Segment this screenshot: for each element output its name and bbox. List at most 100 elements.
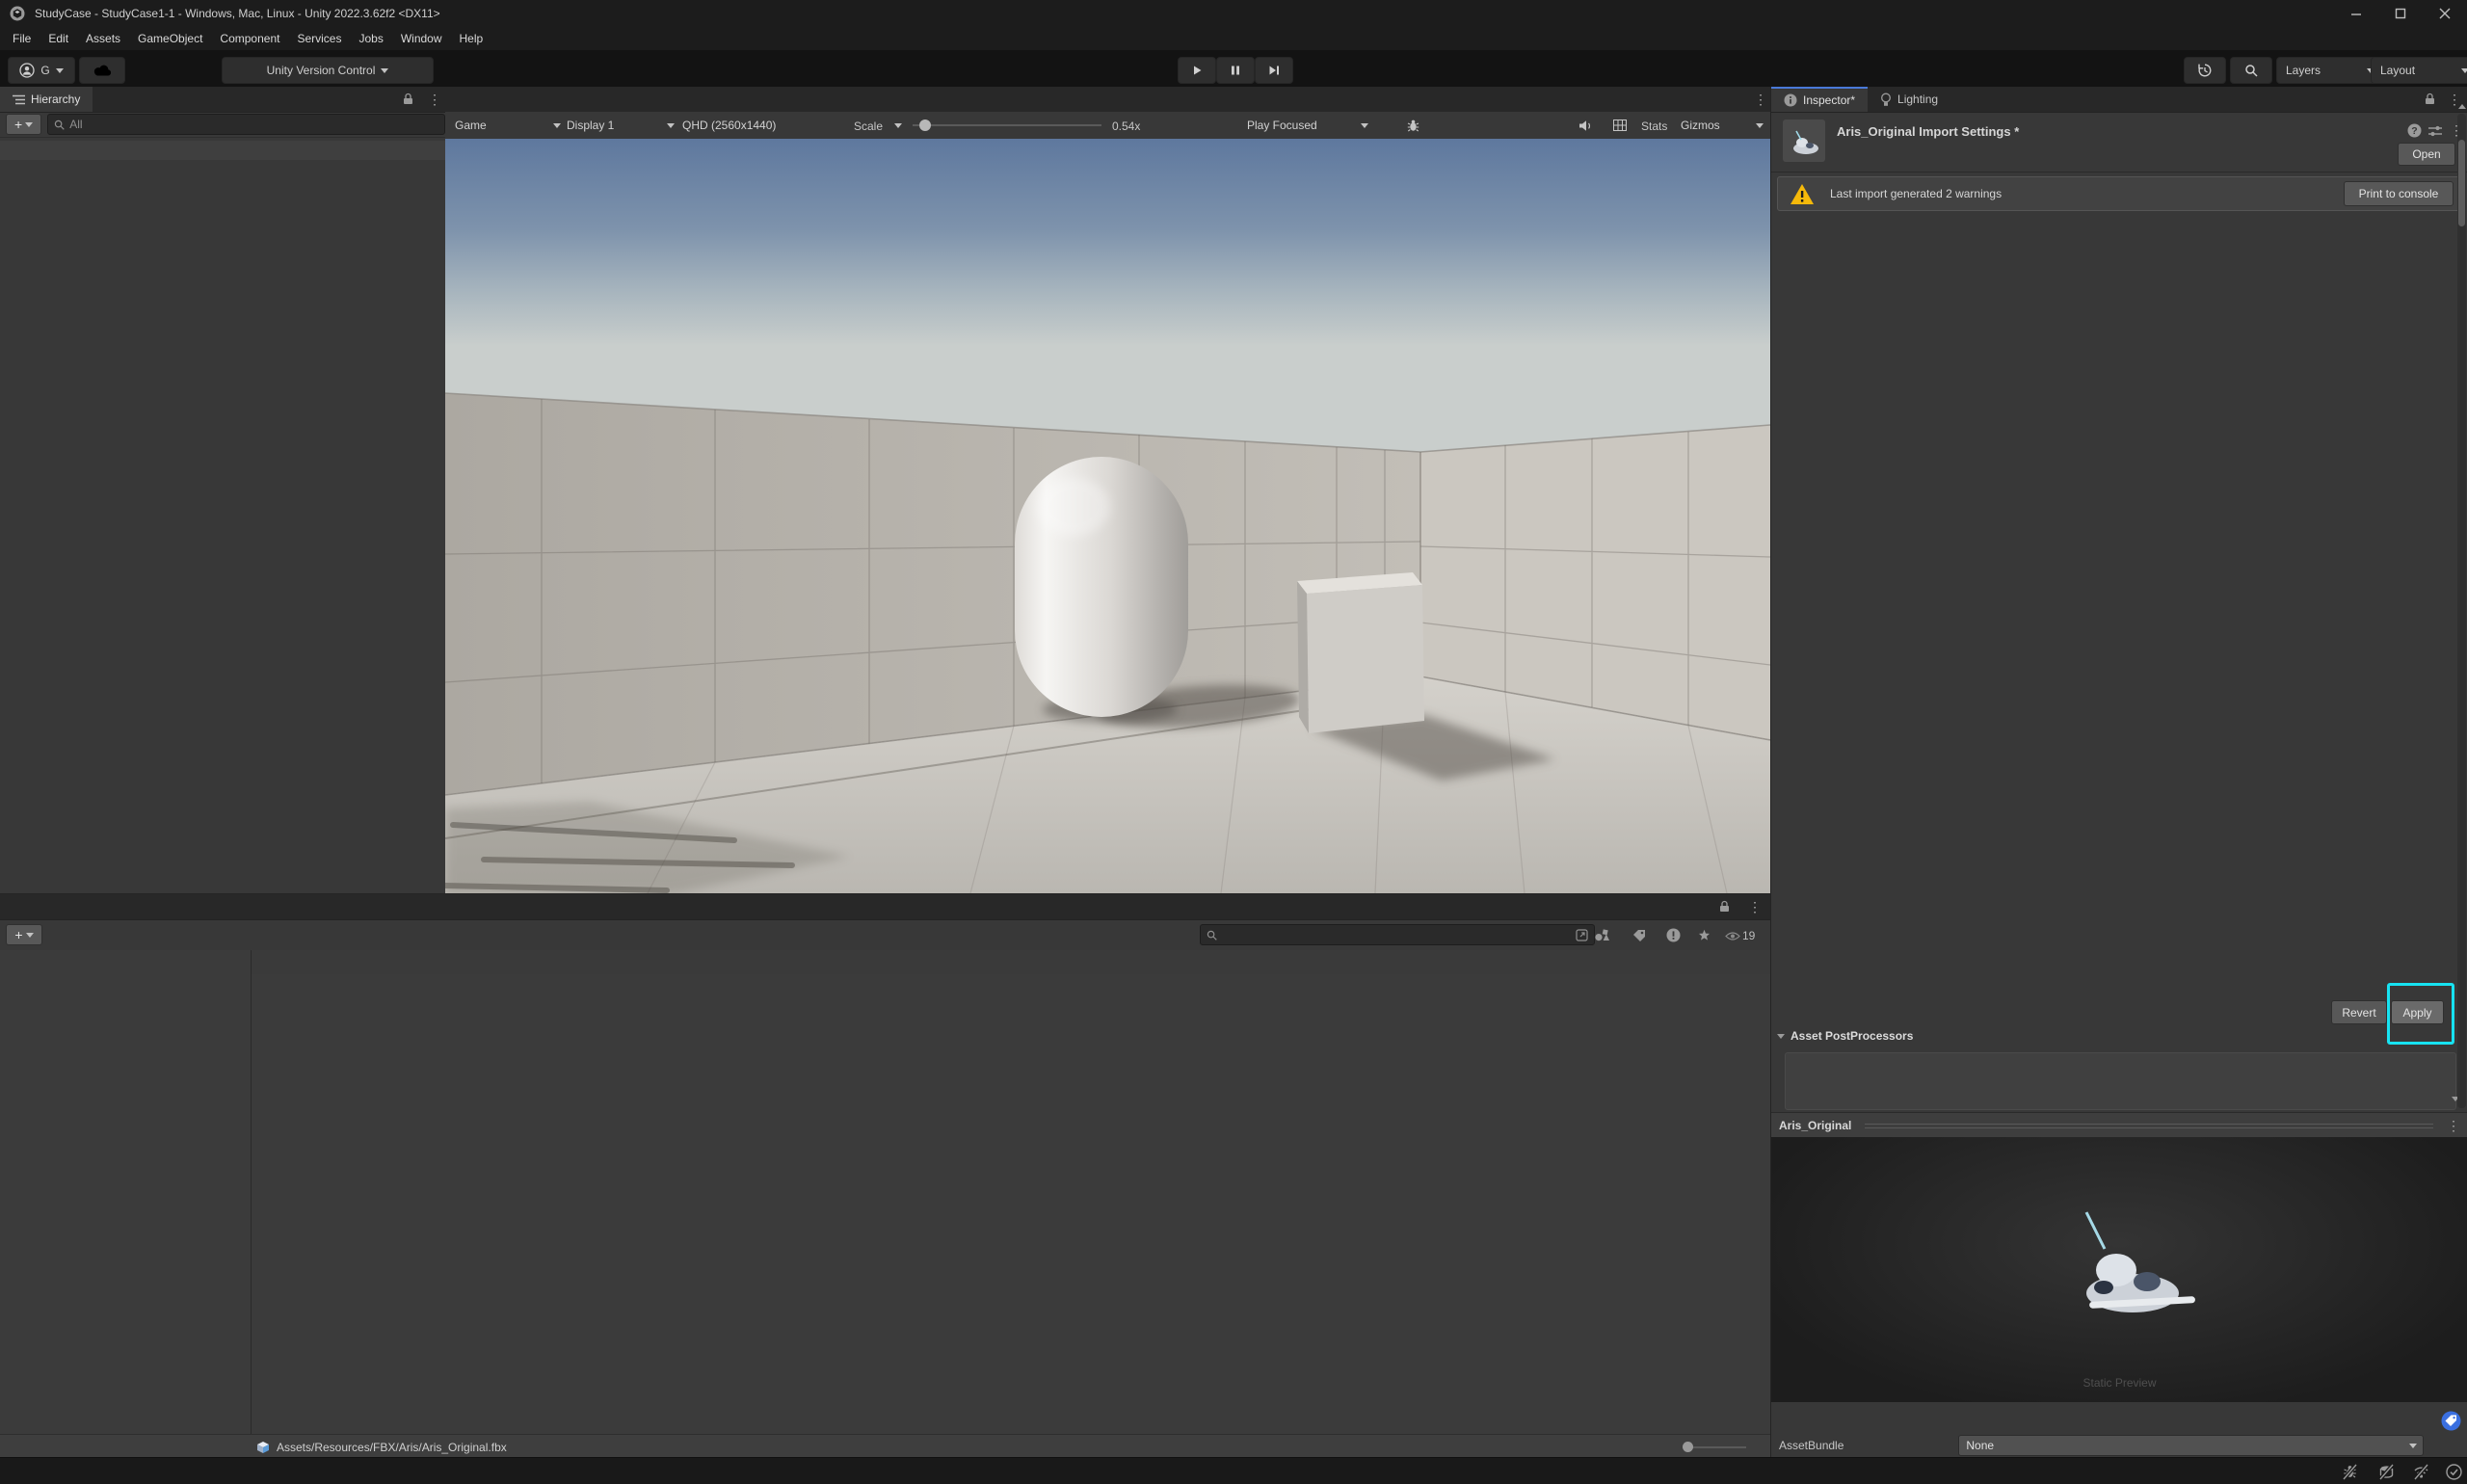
- open-button[interactable]: Open: [2398, 143, 2455, 166]
- preview-menu-icon[interactable]: ⋮: [2447, 1119, 2460, 1132]
- pause-button[interactable]: [1216, 57, 1255, 84]
- display-dropdown[interactable]: Display 1: [563, 116, 678, 135]
- hierarchy-search-value: All: [69, 118, 82, 131]
- menu-window[interactable]: Window: [392, 27, 451, 50]
- status-ok-icon[interactable]: [2446, 1464, 2462, 1480]
- chevron-down-icon: [2461, 68, 2467, 73]
- menu-file[interactable]: File: [4, 27, 40, 50]
- asset-labels-icon[interactable]: [2441, 1411, 2461, 1431]
- thumbnail-size-knob[interactable]: [1683, 1442, 1693, 1452]
- open-search-icon[interactable]: [1576, 929, 1588, 941]
- hidden-count-toggle[interactable]: 19: [1725, 929, 1755, 942]
- help-icon[interactable]: ?: [2407, 123, 2422, 138]
- asset-preview[interactable]: Static Preview: [1771, 1137, 2467, 1402]
- create-add-button[interactable]: +: [6, 114, 41, 135]
- window-title: StudyCase - StudyCase1-1 - Windows, Mac,…: [35, 7, 440, 20]
- resolution-label: QHD (2560x1440): [682, 119, 776, 132]
- assetbundle-label: AssetBundle: [1779, 1439, 1844, 1452]
- import-warning-box: Last import generated 2 warnings Print t…: [1777, 176, 2462, 211]
- asset-path-bar: Assets/Resources/FBX/Aris/Aris_Original.…: [0, 1434, 2027, 1459]
- scale-value: 0.54x: [1112, 119, 1140, 133]
- warning-text: Last import generated 2 warnings: [1830, 187, 2002, 200]
- inspector-title: Aris_Original Import Settings *: [1837, 124, 2019, 139]
- menu-bar: FileEditAssetsGameObjectComponentService…: [0, 27, 2467, 50]
- print-to-console-button[interactable]: Print to console: [2344, 181, 2454, 206]
- stats-toggle[interactable]: Stats: [1641, 119, 1667, 133]
- revert-button[interactable]: Revert: [2331, 1000, 2387, 1024]
- close-button[interactable]: [2423, 0, 2467, 27]
- undo-history-button[interactable]: [2184, 57, 2226, 84]
- menu-services[interactable]: Services: [288, 27, 350, 50]
- panel-menu-icon[interactable]: ⋮: [428, 93, 441, 106]
- game-view-panel: ⋮ Game Display 1 QHD (2560x1440) Scale 0…: [445, 87, 1770, 893]
- menu-gameobject[interactable]: GameObject: [129, 27, 211, 50]
- search-by-label-icon[interactable]: [1632, 929, 1646, 942]
- menu-edit[interactable]: Edit: [40, 27, 77, 50]
- tab-hierarchy[interactable]: Hierarchy: [0, 87, 93, 112]
- minimize-button[interactable]: [2334, 0, 2378, 27]
- lock-icon[interactable]: [2425, 93, 2435, 105]
- apply-button[interactable]: Apply: [2391, 1000, 2444, 1024]
- menu-help[interactable]: Help: [451, 27, 492, 50]
- play-focused-label: Play Focused: [1247, 119, 1317, 132]
- inspector-scrollbar[interactable]: [2457, 114, 2466, 1108]
- menu-assets[interactable]: Assets: [77, 27, 129, 50]
- tab-inspector[interactable]: Inspector*: [1771, 87, 1868, 112]
- version-control-button[interactable]: Unity Version Control: [222, 57, 434, 84]
- hierarchy-scene-row[interactable]: [0, 141, 445, 160]
- preview-character-render: [1771, 1137, 2467, 1402]
- play-icon: [1191, 65, 1203, 76]
- play-button[interactable]: [1178, 57, 1216, 84]
- search-by-type-icon[interactable]: [1595, 929, 1610, 941]
- postprocessors-header[interactable]: Asset PostProcessors: [1777, 1029, 1913, 1043]
- display-mode-dropdown[interactable]: Game: [451, 116, 565, 135]
- lock-icon[interactable]: [1719, 900, 1730, 913]
- favorites-filter-icon[interactable]: [1698, 929, 1711, 941]
- debugger-disabled-icon[interactable]: [2342, 1464, 2358, 1480]
- step-button[interactable]: [1255, 57, 1293, 84]
- hierarchy-search-input[interactable]: All: [47, 114, 445, 135]
- create-asset-button[interactable]: +: [6, 924, 42, 945]
- log-filter-icon[interactable]: [1666, 928, 1681, 942]
- display-mode-label: Game: [455, 119, 487, 132]
- frame-debugger-icon[interactable]: [1406, 119, 1420, 133]
- chevron-down-icon: [381, 68, 388, 73]
- postprocessors-list: [1785, 1052, 2456, 1110]
- lock-icon[interactable]: [403, 93, 413, 105]
- maximize-button[interactable]: [2378, 0, 2423, 27]
- scroll-up-icon[interactable]: [2458, 104, 2466, 109]
- layers-dropdown[interactable]: Layers: [2276, 57, 2384, 84]
- vsync-grid-icon[interactable]: [1613, 119, 1627, 131]
- play-focused-dropdown[interactable]: Play Focused: [1243, 116, 1372, 135]
- assetbundle-dropdown[interactable]: None: [1958, 1435, 2424, 1456]
- presets-icon[interactable]: [2428, 125, 2442, 137]
- audio-mute-icon[interactable]: [1578, 119, 1593, 132]
- tab-inspector-label: Inspector*: [1803, 93, 1855, 107]
- menu-jobs[interactable]: Jobs: [350, 27, 391, 50]
- panel-menu-icon[interactable]: ⋮: [1748, 900, 1762, 914]
- panel-menu-icon[interactable]: ⋮: [1754, 93, 1767, 106]
- gizmos-label: Gizmos: [1681, 119, 1720, 132]
- game-viewport-render[interactable]: [445, 139, 1770, 893]
- layout-dropdown[interactable]: Layout: [2371, 57, 2467, 84]
- network-disabled-icon[interactable]: [2413, 1464, 2429, 1480]
- account-button[interactable]: G: [8, 57, 75, 84]
- tab-hierarchy-label: Hierarchy: [31, 93, 80, 106]
- scale-slider-track[interactable]: [913, 124, 1101, 126]
- menu-component[interactable]: Component: [211, 27, 288, 50]
- account-initial: G: [40, 64, 49, 77]
- tab-lighting[interactable]: Lighting: [1868, 87, 1950, 112]
- scrollbar-thumb[interactable]: [2458, 140, 2465, 226]
- search-button[interactable]: [2230, 57, 2272, 84]
- project-search-input[interactable]: [1200, 924, 1595, 945]
- preview-drag-handle[interactable]: [1865, 1124, 2433, 1128]
- gizmos-dropdown[interactable]: Gizmos: [1681, 116, 1764, 135]
- display-label: Display 1: [567, 119, 614, 132]
- cache-disabled-icon[interactable]: [2378, 1464, 2395, 1480]
- scale-slider-knob[interactable]: [919, 119, 931, 131]
- chevron-down-icon: [56, 68, 64, 73]
- cloud-button[interactable]: [79, 57, 125, 84]
- window-title-bar: StudyCase - StudyCase1-1 - Windows, Mac,…: [0, 0, 2467, 27]
- cloud-icon: [93, 65, 111, 76]
- preview-header[interactable]: Aris_Original ⋮: [1771, 1112, 2467, 1139]
